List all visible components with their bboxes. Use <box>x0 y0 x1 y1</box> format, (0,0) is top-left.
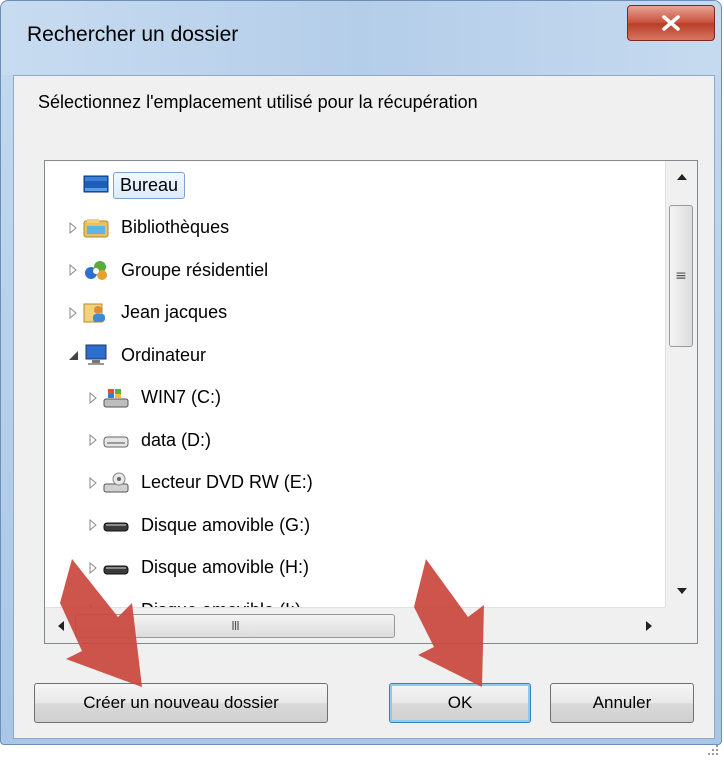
expand-arrow-icon[interactable] <box>65 220 81 236</box>
expand-arrow-icon[interactable] <box>85 517 101 533</box>
tree-item-label: Bureau <box>113 171 186 199</box>
scroll-down-button[interactable] <box>666 575 697 607</box>
tree-item[interactable]: Bureau <box>65 167 186 203</box>
scroll-right-button[interactable] <box>633 608 665 643</box>
tree-item-label: Disque amovible (G:) <box>141 514 311 535</box>
tree-item-label: Bibliothèques <box>121 217 230 237</box>
arrow-right-icon <box>646 620 652 631</box>
tree-items: Bureau Bibliothèques Groupe résidentiel Jea… <box>45 161 665 607</box>
tree-item[interactable]: Lecteur DVD RW (E:) <box>85 465 321 501</box>
title-bar[interactable]: Rechercher un dossier <box>1 1 721 75</box>
expand-arrow-icon[interactable] <box>85 432 101 448</box>
expander-placeholder <box>65 177 81 193</box>
desktop-icon <box>83 172 109 198</box>
close-button[interactable] <box>627 5 715 41</box>
thumb-grip: ≡ <box>675 268 687 284</box>
computer-icon <box>83 342 109 368</box>
arrow-up-icon <box>676 174 687 180</box>
removable-drive-icon <box>103 512 129 538</box>
libraries-icon <box>83 215 109 241</box>
resize-grip-icon[interactable] <box>706 743 720 757</box>
vertical-scrollbar[interactable]: ≡ <box>665 161 697 607</box>
expanded-arrow-icon[interactable] <box>65 347 81 363</box>
tree-item[interactable]: Disque amovible (G:) <box>85 507 318 543</box>
expand-arrow-icon[interactable] <box>85 475 101 491</box>
hard-drive-icon <box>103 427 129 453</box>
cancel-button[interactable]: Annuler <box>550 683 694 723</box>
user-folder-icon <box>83 300 109 326</box>
tree-item-label: Lecteur DVD RW (E:) <box>141 472 313 492</box>
tree-item[interactable]: Groupe résidentiel <box>65 252 276 288</box>
instruction-text: Sélectionnez l'emplacement utilisé pour … <box>38 92 478 112</box>
tree-item[interactable]: Jean jacques <box>65 295 235 331</box>
tree-item-label: Groupe résidentiel <box>121 259 269 280</box>
expand-arrow-icon[interactable] <box>85 390 101 406</box>
annotation-arrow-icon <box>60 559 142 687</box>
expand-arrow-icon[interactable] <box>65 305 81 321</box>
tree-item-label: Ordinateur <box>121 344 207 365</box>
arrow-down-icon <box>676 588 687 594</box>
dvd-drive-icon <box>103 470 129 496</box>
expand-arrow-icon[interactable] <box>65 262 81 278</box>
vertical-scroll-thumb[interactable]: ≡ <box>669 205 693 347</box>
tree-item[interactable]: data (D:) <box>85 422 219 458</box>
tree-item[interactable]: Ordinateur <box>65 337 214 373</box>
tree-item-label: data (D:) <box>141 429 212 450</box>
tree-item[interactable]: Bibliothèques <box>65 210 237 246</box>
scrollbar-corner <box>665 607 697 643</box>
tree-item-label: Jean jacques <box>121 302 228 322</box>
homegroup-icon <box>83 257 109 283</box>
system-drive-icon <box>103 385 129 411</box>
tree-item[interactable]: WIN7 (C:) <box>85 380 229 416</box>
tree-item-label: WIN7 (C:) <box>141 387 221 407</box>
annotation-arrow-icon <box>414 559 484 687</box>
close-icon <box>662 15 680 31</box>
window-title: Rechercher un dossier <box>27 23 239 46</box>
scroll-up-button[interactable] <box>666 161 697 193</box>
thumb-grip: III <box>231 619 240 633</box>
